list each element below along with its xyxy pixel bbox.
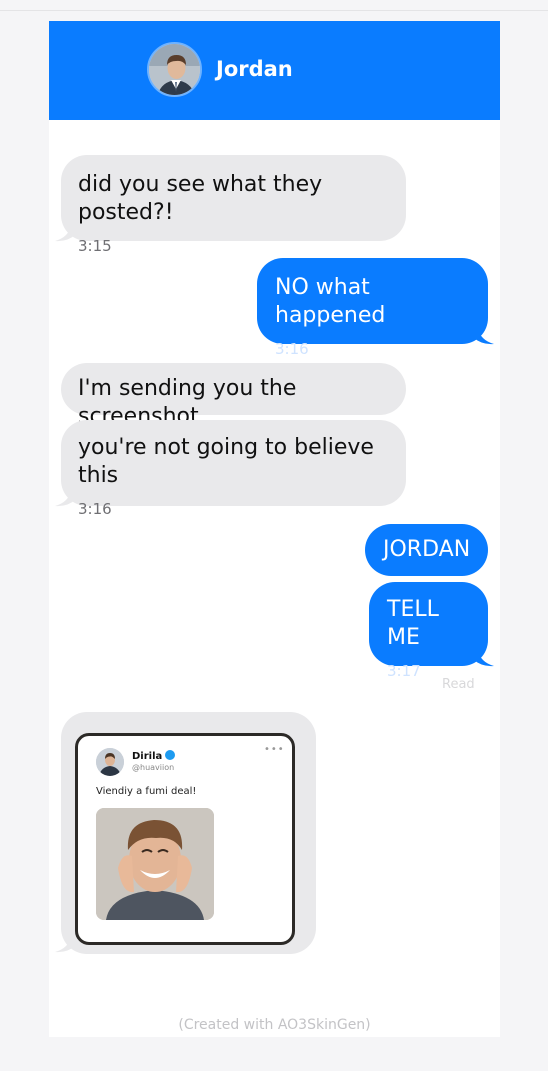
incoming-message[interactable]: I'm sending you the screenshot xyxy=(61,363,406,429)
bubble-tail xyxy=(474,650,494,667)
post-text: Viendiy a fumi deal! xyxy=(96,786,197,797)
more-options-icon: ••• xyxy=(264,744,285,755)
post-author-name: Dirila xyxy=(132,750,176,762)
message-text: TELL ME xyxy=(387,597,439,650)
person-avatar-icon xyxy=(96,748,124,776)
bubble-tail xyxy=(55,936,75,953)
person-avatar-icon xyxy=(149,44,200,95)
message-text: NO what happened xyxy=(275,275,386,328)
incoming-message[interactable]: you're not going to believe this 3:16 xyxy=(61,420,406,518)
incoming-message[interactable]: did you see what they posted?! 3:15 xyxy=(61,155,406,255)
chat-window: Jordan did you see what they posted?! 3:… xyxy=(49,21,500,1037)
chat-header: Jordan xyxy=(49,21,500,120)
verified-badge-icon xyxy=(165,750,176,760)
message-text: you're not going to believe this xyxy=(78,435,374,488)
top-divider xyxy=(0,10,548,11)
outgoing-message[interactable]: JORDAN xyxy=(365,524,488,576)
bubble-tail xyxy=(55,490,75,507)
bubble-tail xyxy=(55,225,75,242)
laughing-person-photo xyxy=(96,808,214,920)
message-time: 3:16 xyxy=(275,340,309,358)
read-receipt: Read xyxy=(442,677,475,692)
contact-avatar[interactable] xyxy=(147,42,202,97)
message-text: did you see what they posted?! xyxy=(78,172,323,225)
post-author-handle: @huaviion xyxy=(132,763,175,772)
screenshot-image[interactable]: Dirila @huaviion ••• Viendiy a fumi deal… xyxy=(75,733,295,945)
footer-credit: (Created with AO3SkinGen) xyxy=(178,1017,371,1033)
post-author-label: Dirila xyxy=(132,751,163,762)
post-photo xyxy=(96,808,214,920)
outgoing-message[interactable]: NO what happened 3:16 xyxy=(257,258,488,358)
message-text: JORDAN xyxy=(383,537,471,562)
outgoing-message[interactable]: TELL ME 3:17 xyxy=(369,582,488,680)
post-author-avatar xyxy=(96,748,124,776)
message-time: 3:15 xyxy=(78,237,112,255)
bubble-tail xyxy=(474,328,494,345)
message-time: 3:16 xyxy=(78,500,112,518)
contact-name[interactable]: Jordan xyxy=(216,57,293,81)
